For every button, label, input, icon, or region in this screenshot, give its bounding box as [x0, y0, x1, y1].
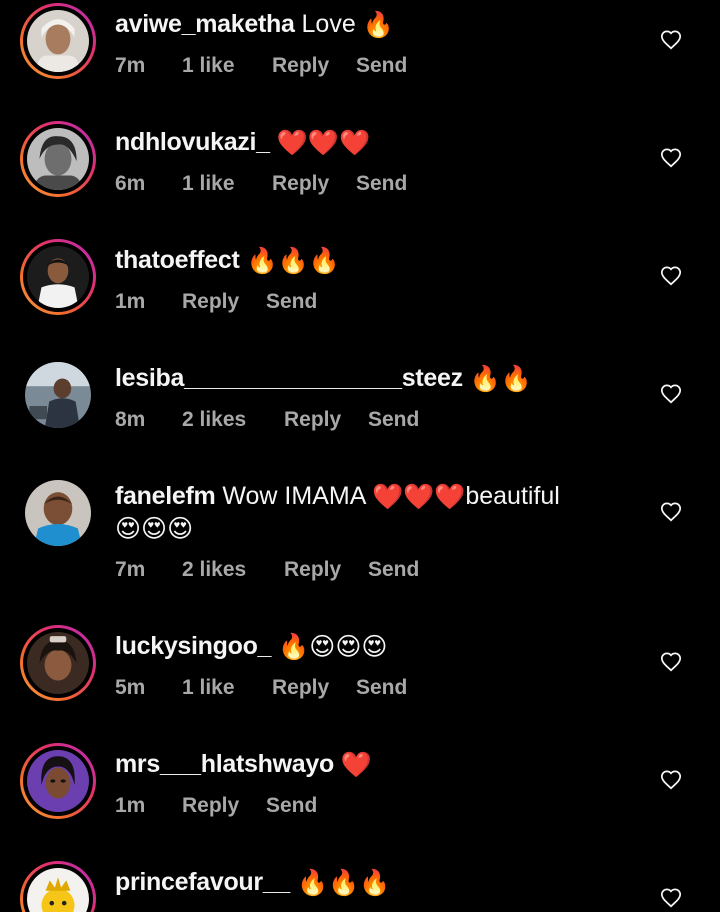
reply-button[interactable]: Reply	[182, 289, 239, 315]
comment-username[interactable]: aviwe_maketha	[115, 10, 295, 38]
avatar[interactable]	[20, 861, 96, 912]
like-heart-icon[interactable]	[660, 501, 682, 523]
comment-text: luckysingoo_ 🔥😍😍😍	[115, 630, 655, 662]
avatar[interactable]	[20, 357, 96, 433]
comment-time: 7m	[115, 54, 146, 77]
send-button[interactable]: Send	[266, 793, 317, 819]
avatar[interactable]	[20, 625, 96, 701]
comment-text: princefavour__ 🔥🔥🔥	[115, 866, 655, 898]
comment-username[interactable]: thatoeffect	[115, 246, 240, 274]
comment-time: 6m	[115, 172, 146, 195]
comment-time: 1m	[115, 290, 146, 313]
reply-button[interactable]: Reply	[272, 675, 329, 701]
reply-button[interactable]: Reply	[272, 53, 329, 79]
avatar[interactable]	[20, 743, 96, 819]
comment-time: 7m	[115, 558, 146, 581]
comment-text: ndhlovukazi_ ❤️❤️❤️	[115, 126, 655, 158]
comment-emojis: 🔥	[362, 11, 394, 39]
comment-username[interactable]: fanelefm	[115, 482, 216, 510]
comment-username[interactable]: luckysingoo_	[115, 632, 271, 660]
comment-like-count[interactable]: 2 likes	[182, 557, 246, 583]
like-heart-icon[interactable]	[660, 769, 682, 791]
comment-emojis: 🔥🔥	[469, 365, 532, 393]
comment-text: aviwe_maketha Love 🔥	[115, 8, 655, 40]
comment-username[interactable]: lesiba________________steez	[115, 364, 463, 392]
avatar-photo	[25, 362, 91, 428]
reply-button[interactable]: Reply	[284, 557, 341, 583]
comment-emojis-continued: 😍😍😍	[115, 515, 194, 543]
avatar[interactable]	[20, 239, 96, 315]
comment-body-continued: beautiful	[465, 482, 560, 510]
send-button[interactable]: Send	[356, 171, 407, 197]
comment-time: 8m	[115, 408, 146, 431]
comment-emojis: 🔥😍😍😍	[278, 633, 388, 661]
avatar-photo	[27, 246, 89, 308]
comment-like-count[interactable]: 2 likes	[182, 407, 246, 433]
comment-emojis: ❤️❤️❤️	[276, 129, 371, 157]
comment-text: lesiba________________steez 🔥🔥	[115, 362, 655, 394]
like-heart-icon[interactable]	[660, 651, 682, 673]
avatar-photo	[27, 750, 89, 812]
like-heart-icon[interactable]	[660, 265, 682, 287]
send-button[interactable]: Send	[356, 675, 407, 701]
like-heart-icon[interactable]	[660, 887, 682, 909]
avatar[interactable]	[20, 475, 96, 551]
comment-text: fanelefm Wow IMAMA ❤️❤️❤️beautiful 😍😍😍	[115, 480, 635, 544]
avatar[interactable]	[20, 3, 96, 79]
send-button[interactable]: Send	[266, 289, 317, 315]
like-heart-icon[interactable]	[660, 383, 682, 405]
comment-emojis: ❤️❤️❤️	[371, 483, 466, 511]
send-button[interactable]: Send	[368, 407, 419, 433]
comment-time: 1m	[115, 794, 146, 817]
like-heart-icon[interactable]	[660, 147, 682, 169]
reply-button[interactable]: Reply	[272, 171, 329, 197]
reply-button[interactable]: Reply	[284, 407, 341, 433]
comment-item: princefavour__ 🔥🔥🔥	[0, 858, 720, 912]
comment-username[interactable]: ndhlovukazi_	[115, 128, 270, 156]
comment-like-count[interactable]: 1 like	[182, 171, 235, 197]
comment-time: 5m	[115, 676, 146, 699]
comment-emojis: ❤️	[340, 751, 373, 779]
avatar[interactable]	[20, 121, 96, 197]
send-button[interactable]: Send	[356, 53, 407, 79]
comment-username[interactable]: mrs___hlatshwayo	[115, 750, 334, 778]
comment-like-count[interactable]: 1 like	[182, 675, 235, 701]
comment-like-count[interactable]: 1 like	[182, 53, 235, 79]
reply-button[interactable]: Reply	[182, 793, 239, 819]
comment-body: Wow IMAMA	[222, 482, 365, 510]
comment-text: thatoeffect 🔥🔥🔥	[115, 244, 655, 276]
comment-text: mrs___hlatshwayo ❤️	[115, 748, 655, 780]
comment-username[interactable]: princefavour__	[115, 868, 290, 896]
avatar-photo	[25, 480, 91, 546]
send-button[interactable]: Send	[368, 557, 419, 583]
avatar-photo	[27, 128, 89, 190]
avatar-photo	[27, 10, 89, 72]
comment-emojis: 🔥🔥🔥	[297, 869, 391, 897]
comment-body: Love	[301, 10, 356, 38]
avatar-photo	[27, 632, 89, 694]
comment-emojis: 🔥🔥🔥	[246, 247, 340, 275]
like-heart-icon[interactable]	[660, 29, 682, 51]
